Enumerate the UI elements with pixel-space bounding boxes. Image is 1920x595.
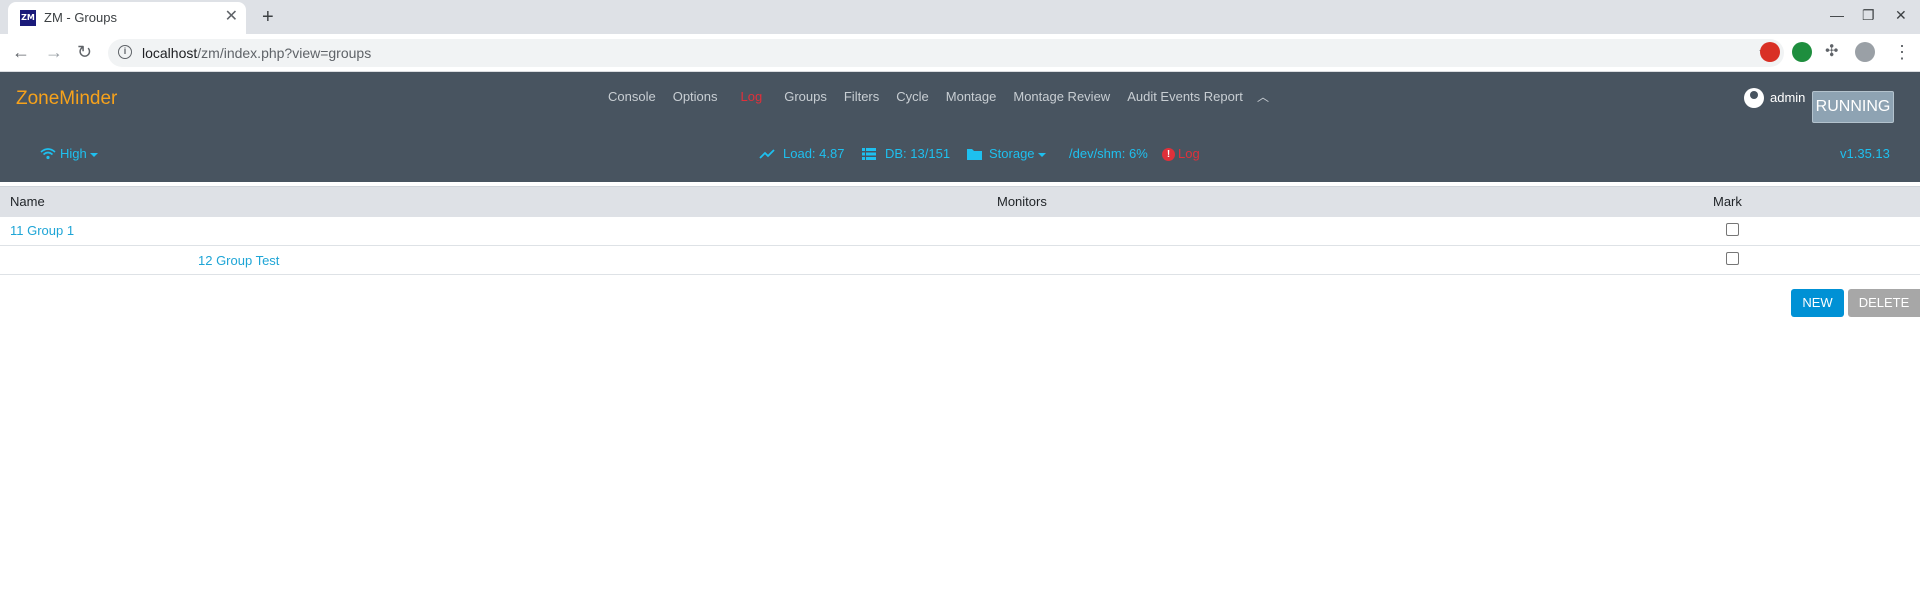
- url-host: localhost: [142, 45, 198, 61]
- caret-down-icon: [1037, 152, 1046, 157]
- nav-groups[interactable]: Groups: [784, 89, 827, 104]
- brand-logo[interactable]: ZoneMinder: [16, 88, 117, 110]
- user-account-icon[interactable]: [1744, 88, 1764, 108]
- table-row: 11 Group 1: [0, 216, 1920, 246]
- column-header-name[interactable]: Name: [0, 186, 997, 217]
- group-name-cell: 11 Group 1: [0, 216, 997, 246]
- mark-checkbox[interactable]: [1726, 222, 1739, 236]
- delete-group-button[interactable]: DELETE: [1848, 289, 1920, 317]
- restore-icon[interactable]: ❐: [1862, 6, 1875, 24]
- reload-icon[interactable]: ↻: [77, 42, 92, 62]
- url-path: /zm/index.php?view=groups: [197, 45, 372, 61]
- run-state-button[interactable]: RUNNING: [1812, 91, 1894, 123]
- folder-icon: [967, 149, 982, 160]
- extensions-puzzle-icon[interactable]: ✣: [1825, 42, 1838, 62]
- group-link[interactable]: 12 Group Test: [198, 253, 279, 268]
- mark-checkbox[interactable]: [1726, 252, 1739, 265]
- trending-up-icon: [759, 149, 775, 159]
- url-text: localhost/zm/index.php?view=groups: [142, 45, 371, 61]
- nav-log[interactable]: Log: [741, 89, 763, 104]
- wifi-icon: [40, 148, 56, 160]
- address-bar[interactable]: i localhost/zm/index.php?view=groups ☆: [108, 39, 1784, 67]
- tab-title: ZM - Groups: [44, 10, 117, 25]
- collapse-nav-chevron-up-icon[interactable]: ︿: [1257, 88, 1269, 105]
- group-name-cell: 12 Group Test: [0, 245, 997, 275]
- table-header-row: Name Monitors Mark: [0, 186, 1920, 217]
- bandwidth-dropdown[interactable]: High: [60, 146, 98, 161]
- close-icon[interactable]: ✕: [225, 8, 238, 26]
- log-alert-label: Log: [1178, 146, 1200, 161]
- nav-filters[interactable]: Filters: [844, 89, 879, 104]
- adblock-extension-icon[interactable]: [1760, 42, 1780, 62]
- minimize-icon[interactable]: —: [1830, 6, 1844, 24]
- log-alert[interactable]: ! Log: [1162, 146, 1200, 162]
- storage-dropdown[interactable]: Storage: [989, 146, 1046, 161]
- browser-tab[interactable]: ZM ZM - Groups ✕: [8, 2, 246, 34]
- zm-favicon-icon: ZM: [20, 10, 36, 26]
- browser-tab-bar: ZM ZM - Groups ✕ + — ❐ ✕: [0, 0, 1920, 34]
- database-list-icon: [862, 148, 876, 160]
- groups-table: Name Monitors Mark 11 Group 1 12 Group T…: [0, 186, 1920, 275]
- nav-audit-events-report[interactable]: Audit Events Report: [1127, 89, 1243, 104]
- nav-options[interactable]: Options: [673, 89, 718, 104]
- table-row: 12 Group Test: [0, 245, 1920, 275]
- group-monitors-cell: [997, 245, 1713, 275]
- db-status: DB: 13/151: [885, 146, 951, 161]
- group-link[interactable]: 11 Group 1: [10, 223, 74, 238]
- load-status: Load: 4.87: [783, 146, 845, 161]
- column-header-monitors[interactable]: Monitors: [997, 186, 1713, 217]
- site-info-icon[interactable]: i: [118, 45, 132, 59]
- mark-cell: [1713, 245, 1920, 275]
- main-nav: Console Options Log Groups Filters Cycle…: [608, 89, 1260, 104]
- forward-icon[interactable]: →: [45, 42, 63, 62]
- green-extension-icon[interactable]: [1792, 42, 1812, 62]
- zm-header: ZoneMinder Console Options Log Groups Fi…: [0, 72, 1920, 182]
- nav-cycle[interactable]: Cycle: [896, 89, 929, 104]
- column-header-mark: Mark: [1713, 186, 1920, 217]
- mark-cell: [1713, 216, 1920, 246]
- user-name[interactable]: admin: [1770, 90, 1805, 105]
- storage-label: Storage: [989, 146, 1035, 161]
- browser-toolbar: ← → ↻ i localhost/zm/index.php?view=grou…: [0, 34, 1920, 72]
- bandwidth-label: High: [60, 146, 87, 161]
- caret-down-icon: [89, 152, 98, 157]
- warning-icon: !: [1162, 148, 1175, 162]
- window-close-icon[interactable]: ✕: [1895, 6, 1907, 24]
- nav-montage-review[interactable]: Montage Review: [1013, 89, 1110, 104]
- group-monitors-cell: [997, 216, 1713, 246]
- profile-avatar-icon[interactable]: [1855, 42, 1875, 62]
- nav-console[interactable]: Console: [608, 89, 656, 104]
- version-label: v1.35.13: [1840, 146, 1890, 161]
- nav-montage[interactable]: Montage: [946, 89, 997, 104]
- browser-menu-icon[interactable]: ⋮: [1893, 42, 1911, 62]
- new-tab-icon[interactable]: +: [262, 5, 274, 29]
- shm-status: /dev/shm: 6%: [1069, 146, 1148, 161]
- back-icon[interactable]: ←: [12, 42, 30, 62]
- new-group-button[interactable]: NEW: [1791, 289, 1844, 317]
